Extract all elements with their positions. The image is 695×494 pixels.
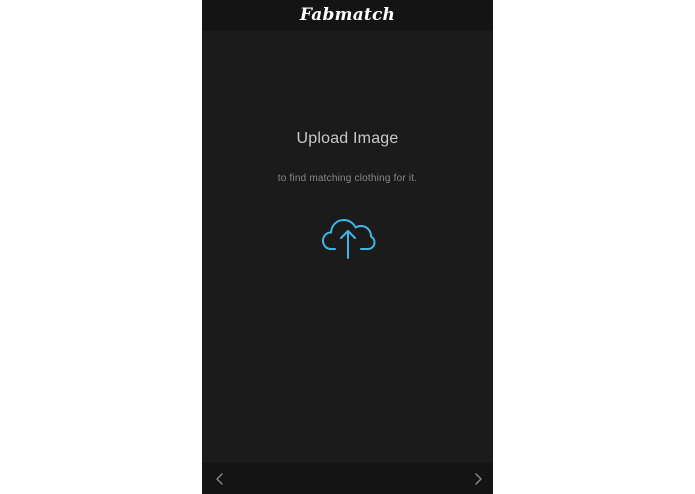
cloud-upload-icon [322, 219, 376, 259]
upload-subtitle: to find matching clothing for it. [277, 173, 418, 184]
upload-title: Upload Image [296, 130, 399, 147]
top-bar: Fabmatch [202, 0, 493, 31]
app-screen: Fabmatch Upload Image to find matching c… [202, 0, 493, 494]
bottom-nav-bar [202, 463, 493, 494]
prev-button[interactable] [213, 471, 227, 487]
upload-area: Upload Image to find matching clothing f… [202, 31, 493, 463]
brand-logo: Fabmatch [299, 4, 396, 25]
upload-button[interactable] [321, 211, 376, 261]
next-button[interactable] [471, 471, 485, 487]
chevron-right-icon [475, 473, 482, 485]
chevron-left-icon [216, 473, 223, 485]
